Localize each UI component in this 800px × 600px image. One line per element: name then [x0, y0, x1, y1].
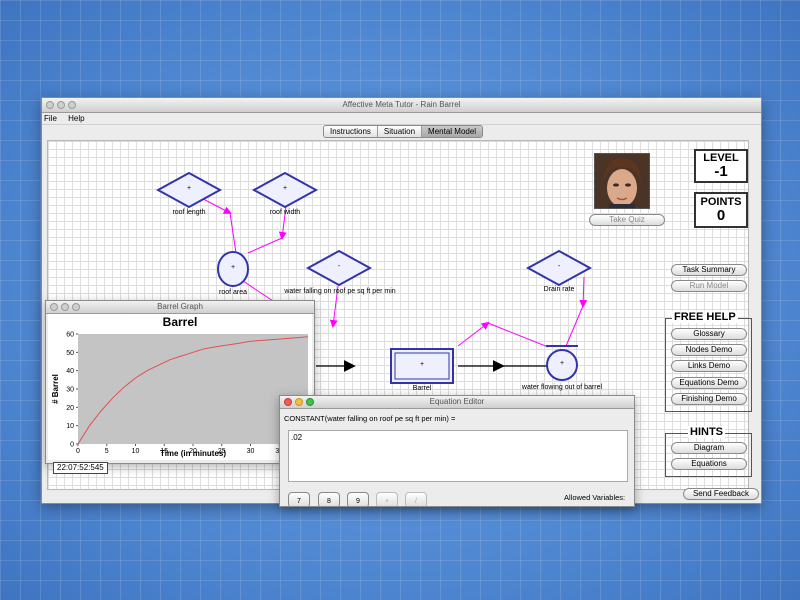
x-axis-label: Time (in minutes): [160, 449, 226, 458]
x-tick-label: 0: [76, 448, 80, 455]
node-label-water-falling: water falling on roof pe sq ft per min: [284, 288, 396, 295]
tutor-avatar: [594, 153, 650, 209]
send-feedback-button[interactable]: Send Feedback: [683, 488, 759, 500]
plot-area: [78, 334, 308, 444]
minimize-icon[interactable]: [295, 398, 303, 406]
tab-mental-model[interactable]: Mental Model: [422, 126, 483, 137]
link-barrel[interactable]: [457, 321, 490, 347]
free-help-title: FREE HELP: [672, 311, 738, 323]
key-9-button[interactable]: 9: [347, 492, 369, 506]
y-tick-label: 0: [70, 442, 74, 449]
link-roof-width-2[interactable]: [247, 237, 283, 254]
zoom-icon[interactable]: [72, 303, 80, 311]
tab-situation[interactable]: Situation: [377, 126, 423, 137]
y-tick-label: 20: [66, 405, 74, 412]
link-drain-rate[interactable]: [579, 276, 588, 308]
chart-area: Barrel 010203040506005101520253035 Time …: [48, 314, 312, 460]
key-8-button[interactable]: 8: [318, 492, 340, 506]
tab-bar: Instructions Situation Mental Model: [323, 125, 484, 138]
links-demo-button[interactable]: Links Demo: [671, 360, 747, 372]
chart-title: Barrel: [163, 315, 198, 329]
menu-file[interactable]: File: [44, 114, 57, 123]
node-symbol: +: [559, 360, 565, 367]
menu-help[interactable]: Help: [68, 114, 84, 123]
y-tick-label: 60: [66, 332, 74, 339]
x-tick-label: 10: [132, 448, 140, 455]
zoom-icon[interactable]: [306, 398, 314, 406]
barrel-chart: Barrel 010203040506005101520253035 Time …: [51, 315, 309, 458]
glossary-button[interactable]: Glossary: [671, 328, 747, 340]
node-label-water-flowing-out: water flowing out of barrel: [521, 384, 603, 391]
task-summary-button[interactable]: Task Summary: [671, 264, 747, 276]
avatar-face-icon: [595, 154, 649, 208]
equations-hint-button[interactable]: Equations: [671, 458, 747, 470]
key-7-button[interactable]: 7: [288, 492, 310, 506]
node-label-roof-area: roof area: [218, 289, 248, 296]
node-symbol: +: [282, 185, 288, 192]
link-drain-rate-2[interactable]: [565, 305, 584, 347]
hints-frame: [665, 433, 752, 477]
editor-window-title: Equation Editor: [429, 397, 485, 406]
key-plus-button[interactable]: +: [376, 492, 398, 506]
minimize-icon[interactable]: [57, 101, 65, 109]
barrel-graph-window: Barrel Graph Barrel 0 10 20 30 40 50 60 0 5 10 15 2…: [45, 300, 315, 464]
node-symbol: -: [337, 263, 341, 270]
level-box: LEVEL -1: [694, 149, 748, 183]
points-value: 0: [716, 207, 726, 224]
window-title: Affective Meta Tutor - Rain Barrel: [342, 100, 461, 109]
equation-value: .02: [291, 433, 303, 442]
equation-editor-window: Equation Editor CONSTANT(water falling o…: [279, 395, 635, 507]
y-tick-label: 40: [66, 368, 74, 375]
level-value: -1: [714, 163, 728, 180]
node-symbol: +: [230, 264, 236, 271]
points-box: POINTS 0: [694, 192, 748, 228]
equation-input[interactable]: .02: [288, 430, 628, 482]
minimize-icon[interactable]: [61, 303, 69, 311]
nodes-demo-button[interactable]: Nodes Demo: [671, 344, 747, 356]
menu-bar: File Help: [42, 113, 761, 125]
run-model-button[interactable]: Run Model: [671, 280, 747, 292]
node-symbol: +: [186, 185, 192, 192]
link-roof-length-2[interactable]: [229, 212, 237, 254]
node-label-drain-rate: Drain rate: [543, 286, 575, 293]
key-divide-button[interactable]: /: [405, 492, 427, 506]
allowed-variables-label: Allowed Variables:: [564, 493, 626, 502]
zoom-icon[interactable]: [68, 101, 76, 109]
equation-prompt: CONSTANT(water falling on roof pe sq ft …: [284, 414, 456, 423]
node-symbol: -: [557, 263, 561, 270]
x-tick-label: 30: [247, 448, 255, 455]
y-tick-label: 30: [66, 387, 74, 394]
hints-title: HINTS: [688, 426, 725, 438]
link-roof-area[interactable]: [242, 280, 274, 302]
take-quiz-button[interactable]: Take Quiz: [589, 214, 665, 226]
tab-instructions[interactable]: Instructions: [324, 126, 378, 137]
y-tick-label: 10: [66, 423, 74, 430]
finishing-demo-button[interactable]: Finishing Demo: [671, 393, 747, 405]
timestamp-label: 22:07:52:545: [53, 462, 108, 474]
graph-window-title: Barrel Graph: [157, 302, 203, 311]
close-icon[interactable]: [46, 101, 54, 109]
node-label-roof-width: roof width: [269, 209, 301, 216]
main-titlebar: Affective Meta Tutor - Rain Barrel: [42, 98, 761, 113]
y-axis-label: # Barrel: [51, 374, 60, 404]
editor-titlebar: Equation Editor: [280, 396, 634, 409]
y-tick-label: 50: [66, 350, 74, 357]
node-label-barrel: Barrel: [412, 385, 432, 392]
close-icon[interactable]: [50, 303, 58, 311]
node-symbol: +: [419, 361, 425, 368]
graph-titlebar: Barrel Graph: [46, 301, 314, 314]
link-barrel-2[interactable]: [487, 322, 549, 348]
diagram-hint-button[interactable]: Diagram: [671, 442, 747, 454]
close-icon[interactable]: [284, 398, 292, 406]
equations-demo-button[interactable]: Equations Demo: [671, 377, 747, 389]
node-label-roof-length: roof length: [172, 209, 206, 216]
x-tick-label: 5: [105, 448, 109, 455]
